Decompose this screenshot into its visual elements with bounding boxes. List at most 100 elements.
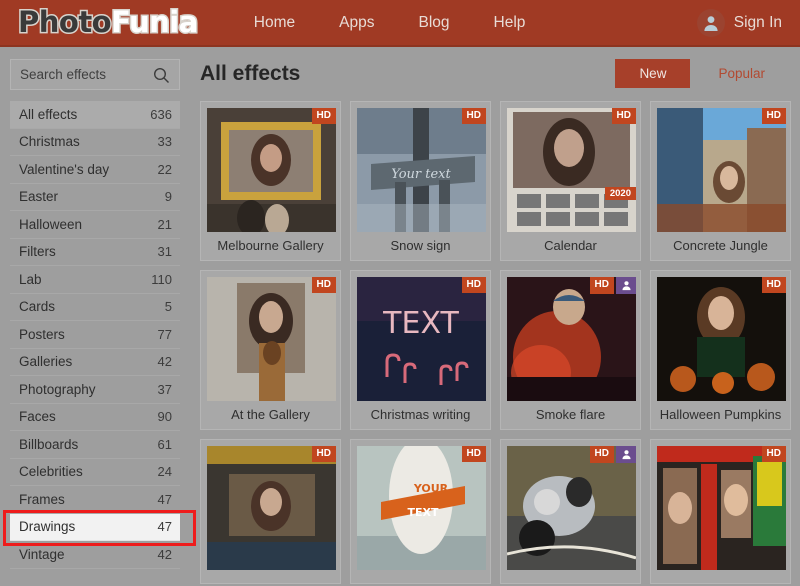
photofunia-logo[interactable]: PhotoFunia xyxy=(16,6,199,38)
sidebar-item-filters[interactable]: Filters 31 xyxy=(10,239,180,266)
hd-badge: HD xyxy=(589,277,614,294)
effect-badges: HD xyxy=(311,108,336,124)
search-input[interactable] xyxy=(11,67,151,82)
effect-name-label: Calendar xyxy=(544,238,597,253)
sidebar-item-count: 9 xyxy=(164,189,172,205)
effect-thumbnail: TEXT HD xyxy=(357,277,486,401)
hd-badge: HD xyxy=(761,108,786,124)
svg-text:Your text: Your text xyxy=(391,167,451,182)
sidebar-item-label: Faces xyxy=(19,409,56,425)
sidebar-item-count: 24 xyxy=(157,464,172,480)
sidebar-item-vintage[interactable]: Vintage 42 xyxy=(10,541,180,569)
sidebar-item-faces[interactable]: Faces 90 xyxy=(10,404,180,431)
effect-badges: HD xyxy=(761,108,786,124)
effect-thumbnail: HD xyxy=(657,277,786,401)
effect-badges: HD xyxy=(589,277,636,294)
svg-text:TEXT: TEXT xyxy=(382,306,459,341)
sidebar-item-count: 636 xyxy=(150,106,172,122)
sidebar-item-christmas[interactable]: Christmas 33 xyxy=(10,129,180,156)
nav-item-help[interactable]: Help xyxy=(472,8,548,38)
effect-preview-image: TEXT xyxy=(357,277,486,401)
effect-preview-image xyxy=(207,108,336,232)
sign-in-button[interactable]: Sign In xyxy=(696,8,782,37)
sort-new-button[interactable]: New xyxy=(615,59,691,88)
nav-item-apps[interactable]: Apps xyxy=(317,8,396,38)
effect-card[interactable]: HD At the Gallery xyxy=(200,270,341,430)
hd-badge: HD xyxy=(461,108,486,124)
sidebar-item-count: 31 xyxy=(157,244,172,260)
effect-thumbnail: HD xyxy=(207,108,336,232)
nav-item-blog[interactable]: Blog xyxy=(396,8,471,38)
effect-badges: HD xyxy=(461,108,486,124)
sidebar-item-drawings[interactable]: Drawings 47 xyxy=(10,513,180,541)
sidebar-item-billboards[interactable]: Billboards 61 xyxy=(10,431,180,459)
hd-badge: HD xyxy=(589,446,614,463)
effect-preview-image xyxy=(657,108,786,232)
sidebar-item-count: 37 xyxy=(157,381,172,397)
effect-card[interactable]: HD xyxy=(650,439,791,584)
sidebar-item-label: Lab xyxy=(19,271,42,287)
effect-thumbnail: HD xyxy=(657,108,786,232)
effect-card[interactable]: HD Smoke flare xyxy=(500,270,641,430)
effect-card[interactable]: HD Concrete Jungle xyxy=(650,101,791,261)
effect-card[interactable]: HD xyxy=(500,439,641,584)
sidebar-item-label: Filters xyxy=(19,244,56,260)
sidebar-item-count: 33 xyxy=(157,134,172,150)
sidebar-item-galleries[interactable]: Galleries 42 xyxy=(10,349,180,376)
effect-card[interactable]: HD Melbourne Gallery xyxy=(200,101,341,261)
effect-badges: HD xyxy=(589,446,636,463)
sidebar-item-count: 90 xyxy=(157,409,172,425)
sidebar-item-cards[interactable]: Cards 5 xyxy=(10,294,180,321)
sidebar-item-label: Cards xyxy=(19,299,56,315)
effect-preview-image xyxy=(507,446,636,570)
sidebar-item-count: 61 xyxy=(157,436,172,452)
effect-card[interactable]: Your text HD Snow sign xyxy=(350,101,491,261)
effect-card[interactable]: HD 2020 Calendar xyxy=(500,101,641,261)
sidebar-item-lab[interactable]: Lab 110 xyxy=(10,266,180,294)
sidebar-item-count: 77 xyxy=(157,326,172,342)
sidebar-item-label: Billboards xyxy=(19,436,79,452)
hd-badge: HD xyxy=(461,277,486,293)
sort-popular-button[interactable]: Popular xyxy=(694,59,789,88)
effect-badges: HD xyxy=(311,446,336,462)
sidebar-item-count: 22 xyxy=(157,161,172,177)
sidebar-item-celebrities[interactable]: Celebrities 24 xyxy=(10,459,180,486)
search-effects-box[interactable] xyxy=(10,59,180,90)
sidebar-item-label: Celebrities xyxy=(19,464,83,480)
sidebar-item-photography[interactable]: Photography 37 xyxy=(10,376,180,404)
sidebar-item-all-effects[interactable]: All effects 636 xyxy=(10,101,180,129)
sort-controls: New Popular xyxy=(615,59,789,88)
sidebar-item-label: Photography xyxy=(19,381,96,397)
effect-preview-image xyxy=(207,277,336,401)
search-icon[interactable] xyxy=(153,67,170,89)
page-title: All effects xyxy=(200,61,301,85)
sidebar-item-easter[interactable]: Easter 9 xyxy=(10,184,180,211)
effect-badges: HD xyxy=(611,108,636,124)
sidebar-item-count: 42 xyxy=(157,546,172,562)
effect-preview-image: Your text xyxy=(357,108,486,232)
sidebar-item-label: Easter xyxy=(19,189,59,205)
sidebar-item-label: Vintage xyxy=(19,546,65,562)
effect-card[interactable]: HD xyxy=(200,439,341,584)
hd-badge: HD xyxy=(461,446,486,462)
effect-preview-image xyxy=(657,446,786,570)
nav-item-home[interactable]: Home xyxy=(232,8,317,38)
effect-name-label xyxy=(207,570,334,583)
sidebar-item-count: 47 xyxy=(157,519,172,535)
effect-card[interactable]: HD Halloween Pumpkins xyxy=(650,270,791,430)
effect-card[interactable]: YOUR TEXT HD xyxy=(350,439,491,584)
sidebar-item-halloween[interactable]: Halloween 21 xyxy=(10,211,180,239)
face-person-icon xyxy=(616,446,636,463)
main-content: All effects New Popular HD Melbourne Gall… xyxy=(190,47,800,586)
effect-card[interactable]: TEXT HD Christmas writing xyxy=(350,270,491,430)
sidebar: All effects 636 Christmas 33 Valentine's day… xyxy=(0,47,196,586)
effect-name-label: Christmas writing xyxy=(370,407,471,422)
effect-thumbnail: HD xyxy=(657,446,786,570)
year-badge: 2020 xyxy=(604,186,636,200)
sidebar-item-frames[interactable]: Frames 47 xyxy=(10,486,180,514)
sidebar-item-posters[interactable]: Posters 77 xyxy=(10,321,180,349)
sidebar-item-valentine-s-day[interactable]: Valentine's day 22 xyxy=(10,156,180,184)
effect-thumbnail: HD xyxy=(207,446,336,570)
effect-name-label: Concrete Jungle xyxy=(673,238,768,253)
sidebar-item-label: Valentine's day xyxy=(19,161,110,177)
